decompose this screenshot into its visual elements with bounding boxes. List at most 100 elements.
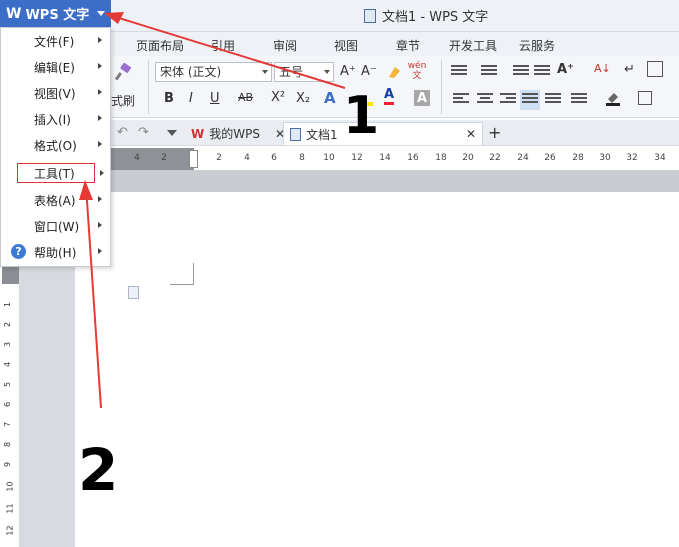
pinyin-guide-button[interactable]: wén 文 [407, 61, 427, 81]
chevron-right-icon [98, 37, 102, 43]
char-shading-button[interactable]: A [414, 90, 430, 106]
shading-icon[interactable] [605, 90, 621, 106]
ruler-tick: 5 [3, 381, 13, 388]
ruler-tick: 4 [244, 153, 250, 163]
tab-chapter[interactable]: 章节 [396, 37, 420, 54]
highlight-icon[interactable] [359, 91, 373, 107]
font-size-select[interactable]: 五号 [274, 62, 334, 82]
tab-my-wps-label: 我的WPS [209, 127, 260, 141]
italic-button[interactable]: I [189, 91, 193, 106]
strikethrough-button[interactable]: AB [238, 91, 253, 104]
ruler-tick: 26 [544, 153, 556, 163]
window-title-text: 文档1 - WPS 文字 [382, 10, 489, 25]
menu-item-help[interactable]: ? 帮助(H) [1, 239, 110, 265]
font-name-value: 宋体 (正文) [160, 65, 222, 79]
ruler-tick: 9 [3, 461, 13, 468]
document-page[interactable] [75, 192, 679, 547]
paragraph-mark-icon[interactable]: ↵ [624, 62, 635, 77]
wps-logo-icon: W [6, 5, 22, 22]
menu-item-label: 表格(A) [34, 193, 76, 208]
undo-icon[interactable]: ↶ [117, 125, 128, 140]
chevron-right-icon [98, 248, 102, 254]
font-color-button[interactable]: A [384, 88, 395, 105]
menu-item-label: 文件(F) [34, 34, 75, 49]
subscript-button[interactable]: X₂ [296, 91, 310, 106]
border-icon[interactable] [638, 91, 652, 105]
menu-item-view[interactable]: 视图(V) [1, 80, 110, 106]
chevron-down-icon [97, 11, 105, 16]
tab-references[interactable]: 引用 [211, 37, 235, 54]
tab-page-layout[interactable]: 页面布局 [136, 37, 184, 54]
justify-icon[interactable] [520, 90, 540, 110]
shrink-font-button[interactable]: A⁻ [361, 64, 377, 79]
ruler-tick: 4 [3, 361, 13, 368]
ruler-tick: 20 [462, 153, 474, 163]
menu-item-label: 插入(I) [34, 112, 71, 127]
align-right-icon[interactable] [500, 93, 516, 107]
ruler-tick: 6 [3, 401, 13, 408]
menu-item-edit[interactable]: 编辑(E) [1, 54, 110, 80]
text-direction-button[interactable]: A⁺ [557, 62, 574, 77]
numbered-list-icon[interactable] [481, 65, 497, 79]
ruler-tick: 32 [626, 153, 638, 163]
ruler-tick: 24 [517, 153, 529, 163]
tab-document[interactable]: 文档1 ✕ [283, 122, 483, 145]
underline-button[interactable]: U [210, 91, 220, 106]
bullet-list-icon[interactable] [451, 65, 467, 79]
ruler-tick: 2 [216, 153, 222, 163]
font-name-select[interactable]: 宋体 (正文) [155, 62, 272, 82]
ruler-tick: 7 [3, 421, 13, 428]
decrease-indent-icon[interactable] [513, 65, 529, 79]
ruler-tick: 18 [435, 153, 447, 163]
menu-item-label: 格式(O) [34, 138, 77, 153]
menu-item-window[interactable]: 窗口(W) [1, 213, 110, 239]
tab-developer[interactable]: 开发工具 [449, 37, 497, 54]
tab-cloud-services[interactable]: 云服务 [519, 37, 555, 54]
superscript-button[interactable]: X² [271, 90, 285, 105]
redo-icon[interactable]: ↷ [138, 125, 149, 140]
bold-button[interactable]: B [164, 91, 174, 106]
line-spacing-icon[interactable] [571, 93, 587, 107]
window-title: 文档1 - WPS 文字 [364, 6, 488, 25]
tab-my-wps[interactable]: W 我的WPS ✕ [185, 122, 291, 145]
format-painter-icon[interactable] [113, 62, 133, 82]
chevron-down-icon[interactable] [167, 130, 177, 136]
document-icon [290, 127, 301, 141]
sort-icon[interactable]: A↓ [594, 62, 611, 75]
indent-marker[interactable] [189, 150, 198, 168]
align-center-icon[interactable] [477, 93, 493, 107]
tab-review[interactable]: 审阅 [273, 37, 297, 54]
clear-format-icon[interactable] [387, 64, 401, 80]
menu-item-tools[interactable]: 工具(T) [15, 161, 97, 185]
text-effect-button[interactable]: A [324, 89, 336, 107]
menu-item-table[interactable]: 表格(A) [1, 187, 110, 213]
align-left-icon[interactable] [453, 93, 469, 107]
horizontal-ruler: 4 2 2 4 6 8 10 12 14 16 18 20 22 24 26 2… [111, 148, 679, 170]
grow-font-button[interactable]: A⁺ [340, 64, 356, 79]
menu-item-format[interactable]: 格式(O) [1, 132, 110, 158]
ruler-tick: 11 [5, 503, 15, 514]
increase-indent-icon[interactable] [534, 65, 550, 79]
ruler-tick: 30 [599, 153, 611, 163]
ruler-tick: 1 [3, 301, 13, 308]
app-menu-button[interactable]: W WPS 文字 [0, 0, 111, 27]
format-painter-label[interactable]: 式刷 [111, 92, 135, 109]
ruler-tick: 2 [161, 153, 167, 163]
ruler-tick: 14 [379, 153, 391, 163]
document-tab-bar: ↶ ↷ W 我的WPS ✕ 文档1 ✕ + [111, 120, 679, 146]
chevron-right-icon [98, 115, 102, 121]
menu-item-insert[interactable]: 插入(I) [1, 106, 110, 132]
chevron-right-icon [98, 196, 102, 202]
chevron-right-icon [98, 141, 102, 147]
app-menu-label: WPS 文字 [25, 8, 90, 23]
close-icon[interactable]: ✕ [466, 127, 476, 141]
table-icon[interactable] [647, 61, 663, 77]
chevron-right-icon [98, 89, 102, 95]
paste-options-icon[interactable] [128, 286, 139, 299]
wps-logo-icon: W [191, 126, 205, 141]
distributed-align-icon[interactable] [545, 93, 561, 107]
tab-view[interactable]: 视图 [334, 37, 358, 54]
menu-item-file[interactable]: 文件(F) [1, 28, 110, 54]
new-tab-button[interactable]: + [488, 123, 501, 142]
separator [441, 60, 442, 114]
